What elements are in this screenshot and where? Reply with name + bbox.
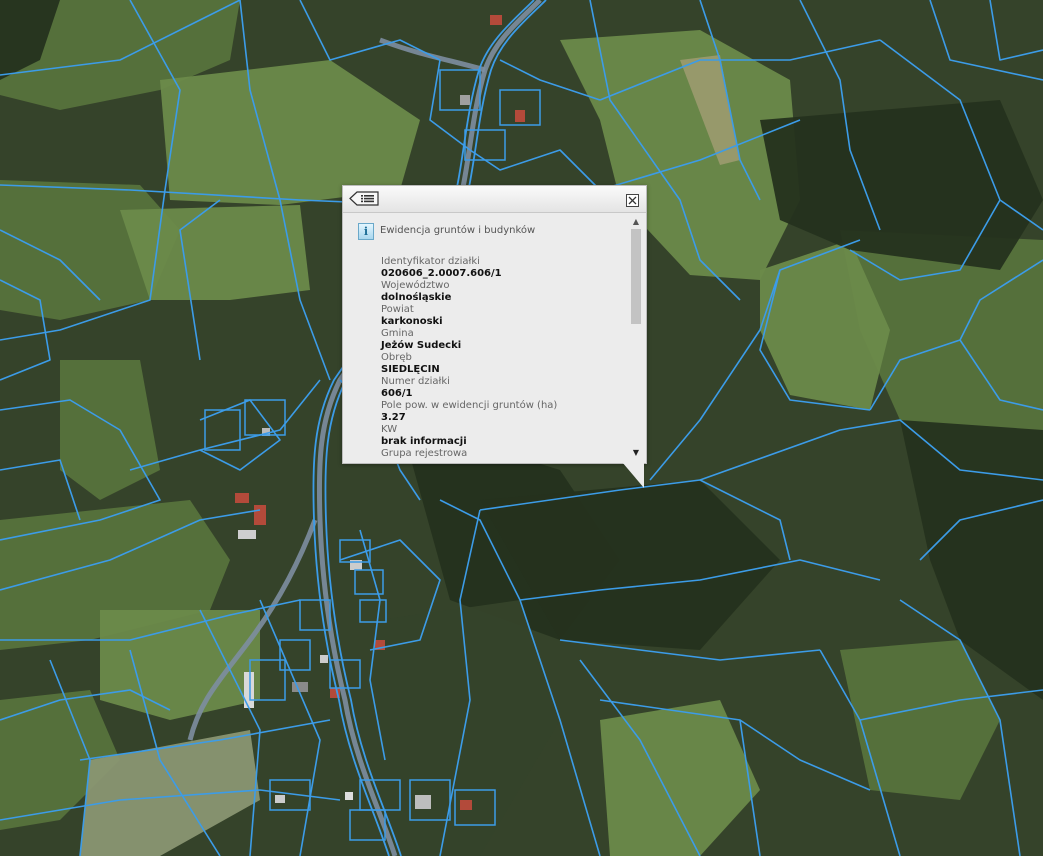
building xyxy=(275,795,285,803)
close-icon[interactable] xyxy=(626,192,639,207)
popup-content: i Ewidencja gruntów i budynków Identyfik… xyxy=(343,213,628,463)
building xyxy=(490,15,502,25)
field-label: Gmina xyxy=(381,328,414,339)
building xyxy=(415,795,431,809)
building xyxy=(345,792,353,800)
parcel-attributes: Identyfikator działki 020606_2.0007.606/1… xyxy=(381,256,628,460)
building xyxy=(238,530,256,539)
field-label: KW xyxy=(381,424,398,435)
field-value: 606/1 xyxy=(381,388,413,399)
building xyxy=(235,493,249,503)
field-value: Jeżów Sudecki xyxy=(381,340,462,351)
layer-title: Ewidencja gruntów i budynków xyxy=(380,225,536,236)
scroll-thumb[interactable] xyxy=(631,229,641,324)
terrain-patch xyxy=(100,610,260,720)
field-value: 3.27 xyxy=(381,412,406,423)
terrain-patch xyxy=(120,205,310,300)
field-value: SIEDLĘCIN xyxy=(381,364,440,375)
info-icon: i xyxy=(358,223,374,240)
popup-pointer xyxy=(622,462,644,488)
building xyxy=(460,95,470,105)
popup-scrollbar[interactable]: ▲ ▼ xyxy=(628,214,644,461)
field-label: Numer działki xyxy=(381,376,450,387)
field-label: Pole pow. w ewidencji gruntów (ha) xyxy=(381,400,558,411)
field-label: Identyfikator działki xyxy=(381,256,480,267)
building xyxy=(254,505,266,525)
field-value: karkonoski xyxy=(381,316,443,327)
field-value: dolnośląskie xyxy=(381,292,452,303)
building xyxy=(292,682,308,692)
list-back-icon[interactable] xyxy=(349,191,379,206)
field-value: 020606_2.0007.606/1 xyxy=(381,268,502,279)
scroll-up-arrow-icon[interactable]: ▲ xyxy=(628,216,644,228)
field-label: Obręb xyxy=(381,352,412,363)
field-label: Grupa rejestrowa xyxy=(381,448,468,459)
scroll-down-arrow-icon[interactable]: ▼ xyxy=(628,447,644,459)
field-value: brak informacji xyxy=(381,436,467,447)
field-label: Powiat xyxy=(381,304,414,315)
popup-header xyxy=(343,186,646,213)
building xyxy=(460,800,472,810)
building xyxy=(515,110,525,122)
feature-info-popup: i Ewidencja gruntów i budynków Identyfik… xyxy=(342,185,647,464)
field-label: Województwo xyxy=(381,280,450,291)
building xyxy=(320,655,328,663)
